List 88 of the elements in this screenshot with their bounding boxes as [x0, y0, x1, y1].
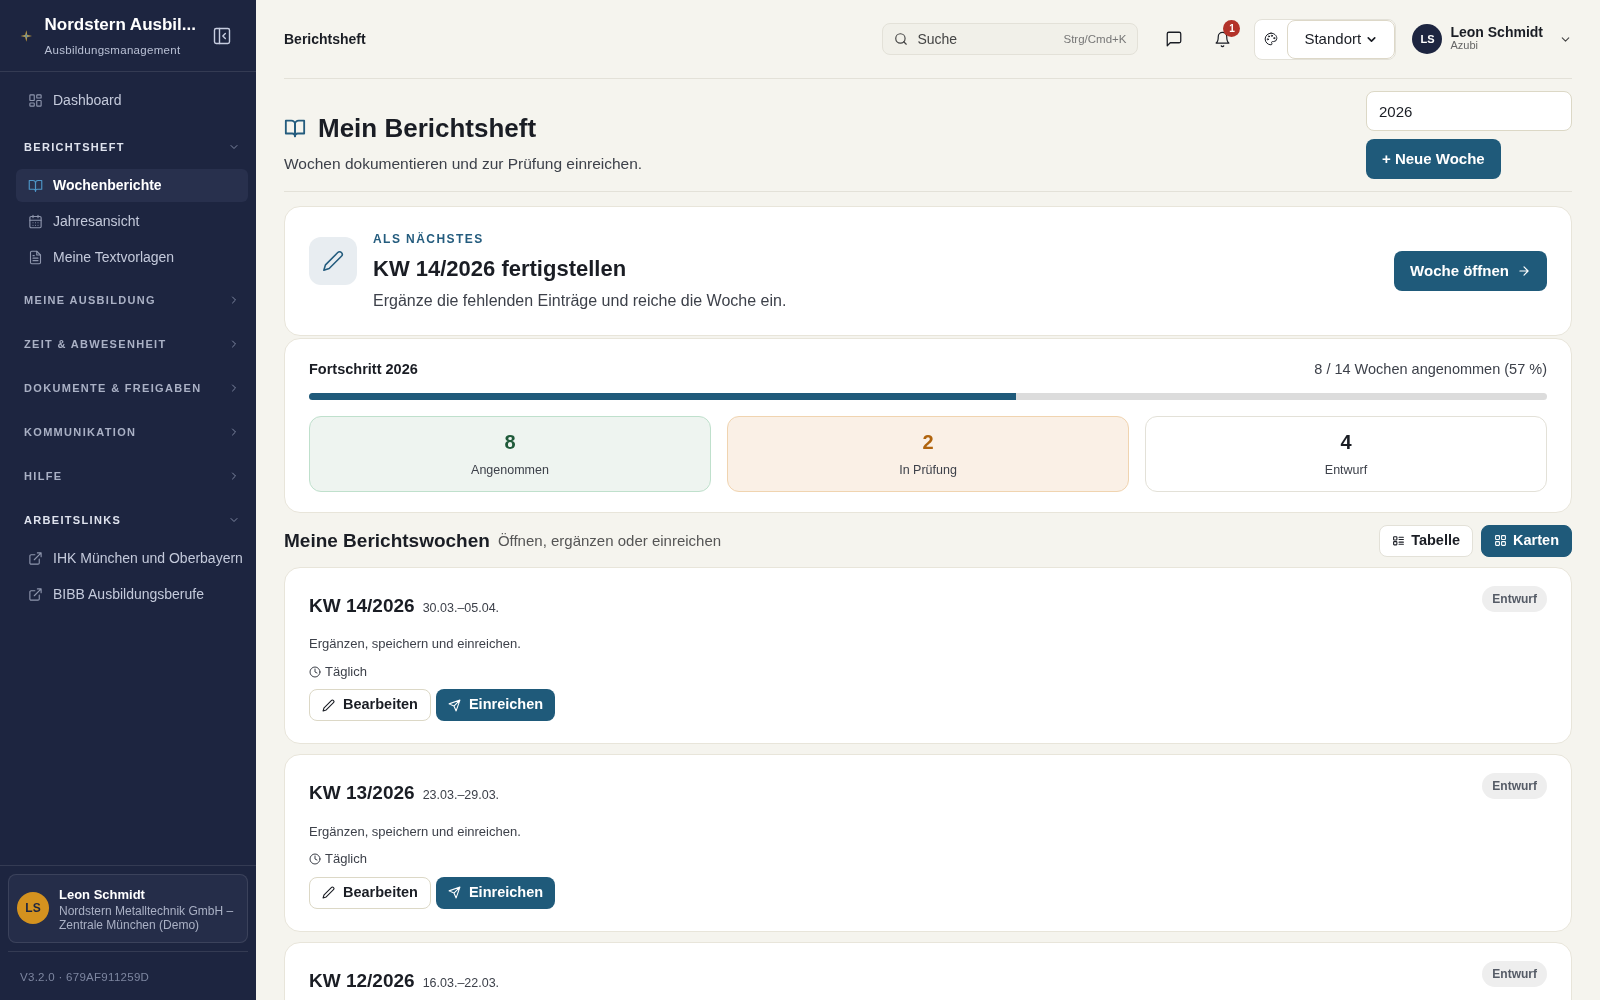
- week-title: KW 13/2026: [309, 781, 415, 806]
- stat-value: 8: [504, 430, 516, 456]
- frequency-label: Täglich: [325, 850, 367, 869]
- keyboard-shortcut: Strg/Cmd+K: [1063, 32, 1127, 47]
- open-week-button[interactable]: Woche öffnen: [1394, 251, 1547, 291]
- submit-button[interactable]: Einreichen: [435, 876, 556, 909]
- new-week-button[interactable]: + Neue Woche: [1366, 139, 1501, 179]
- week-dates: 23.03.–29.03.: [422, 787, 500, 805]
- grid-icon: [1494, 534, 1508, 548]
- week-note: Ergänzen, speichern und einreichen.: [309, 635, 522, 654]
- eyebrow-label: ALS NÄCHSTES: [373, 230, 485, 248]
- view-toggle-tab[interactable]: Tabelle: [1379, 524, 1474, 557]
- view-toggle-tab[interactable]: Karten: [1481, 524, 1572, 557]
- avatar: LS: [1412, 24, 1443, 54]
- sidebar-item[interactable]: IHK München und Oberbayern: [16, 542, 248, 575]
- document-icon: [28, 250, 43, 265]
- year-field[interactable]: 2026: [1366, 91, 1572, 131]
- sidebar-item[interactable]: Wochenberichte: [16, 169, 248, 202]
- pencil-icon: [322, 250, 344, 272]
- version-text: V3.2.0 · 679AF911259D: [20, 971, 150, 983]
- week-title: KW 12/2026: [309, 968, 415, 993]
- clock-icon: [309, 665, 321, 678]
- status-badge: Entwurf: [1482, 585, 1547, 612]
- arrow-right-icon: [1517, 264, 1531, 278]
- status-badge: Entwurf: [1482, 960, 1547, 987]
- week-note: Ergänzen, speichern und einreichen.: [309, 822, 522, 841]
- sidebar-toggle-icon: [212, 25, 232, 46]
- user-menu[interactable]: LS Leon Schmidt Azubi: [1412, 24, 1572, 54]
- book-icon: [28, 178, 43, 193]
- avatar: LS: [17, 892, 49, 925]
- stat-label: Angenommen: [471, 462, 549, 480]
- status-badge: Entwurf: [1482, 773, 1547, 800]
- week-title: KW 14/2026: [309, 593, 415, 618]
- user-organization: Nordstern Metalltechnik GmbH – Zentrale München (Demo): [59, 904, 235, 932]
- sidebar-section-header[interactable]: ARBEITSLINKS: [16, 498, 248, 542]
- breadcrumb: Berichtsheft: [284, 29, 367, 49]
- week-dates: 30.03.–05.04.: [422, 599, 500, 617]
- sidebar-section-header[interactable]: BERICHTSHEFT: [16, 125, 248, 169]
- notification-badge: 1: [1223, 20, 1241, 37]
- location-select[interactable]: Standort: [1287, 19, 1396, 59]
- app-subtitle: Ausbildungsmanagement: [44, 42, 182, 58]
- edit-button[interactable]: Bearbeiten: [309, 689, 431, 722]
- section-title: Meine Berichtswochen: [284, 528, 490, 553]
- page-subtitle: Wochen dokumentieren und zur Prüfung einreichen.: [284, 153, 643, 174]
- chat-icon: [1165, 30, 1184, 48]
- progress-title: Fortschritt 2026: [309, 360, 418, 379]
- clock-icon: [309, 853, 321, 865]
- stat-label: Entwurf: [1324, 462, 1368, 480]
- sidebar-section-header[interactable]: MEINE AUSBILDUNG: [16, 278, 248, 322]
- next-step-text: Ergänze die fehlenden Einträge und reiche die Woche ein.: [373, 290, 788, 311]
- sidebar-item[interactable]: Dashboard: [16, 84, 248, 117]
- app-name: Nordstern Ausbil...: [44, 14, 196, 37]
- progress-summary: 8 / 14 Wochen angenommen (57 %): [1314, 360, 1547, 379]
- sidebar-section-header[interactable]: KOMMUNIKATION: [16, 410, 248, 454]
- bell-icon: [1213, 30, 1231, 48]
- stat-label: In Prüfung: [899, 462, 957, 480]
- sidebar-section-header[interactable]: ZEIT & ABWESENHEIT: [16, 322, 248, 366]
- external-link-icon: [28, 551, 43, 566]
- pencil-icon: [322, 698, 335, 712]
- sidebar-item[interactable]: Jahresansicht: [16, 205, 248, 238]
- frequency-label: Täglich: [325, 662, 367, 681]
- page-title: Mein Berichtsheft: [318, 111, 537, 145]
- palette-icon: [1264, 32, 1279, 46]
- send-icon: [447, 886, 461, 900]
- user-name: Leon Schmidt: [59, 885, 146, 904]
- notifications-button[interactable]: 1: [1206, 23, 1239, 55]
- send-icon: [447, 698, 461, 712]
- week-dates: 16.03.–22.03.: [422, 974, 500, 992]
- submit-button[interactable]: Einreichen: [435, 689, 556, 722]
- list-icon: [1392, 534, 1406, 548]
- section-subtitle: Öffnen, ergänzen oder einreichen: [497, 530, 723, 551]
- next-step-title: KW 14/2026 fertigstellen: [373, 254, 628, 283]
- calendar-icon: [28, 214, 43, 229]
- sidebar-section-header[interactable]: DOKUMENTE & FREIGABEN: [16, 366, 248, 410]
- search-icon: [894, 32, 909, 46]
- edit-button[interactable]: Bearbeiten: [309, 876, 431, 909]
- dashboard-icon: [28, 93, 43, 108]
- user-card[interactable]: LS Leon Schmidt Nordstern Metalltechnik GmbH – Zentrale München (Demo): [8, 873, 248, 943]
- user-role: Azubi: [1450, 39, 1478, 52]
- sidebar-section-header[interactable]: HILFE: [16, 454, 248, 498]
- sidebar-item[interactable]: BIBB Ausbildungsberufe: [16, 578, 248, 611]
- stat-value: 4: [1340, 430, 1352, 456]
- external-link-icon: [28, 587, 43, 602]
- sidebar-item[interactable]: Meine Textvorlagen: [16, 241, 248, 274]
- pencil-icon: [322, 886, 335, 900]
- book-icon: [284, 117, 306, 140]
- user-name: Leon Schmidt: [1450, 26, 1543, 39]
- stat-value: 2: [922, 430, 934, 456]
